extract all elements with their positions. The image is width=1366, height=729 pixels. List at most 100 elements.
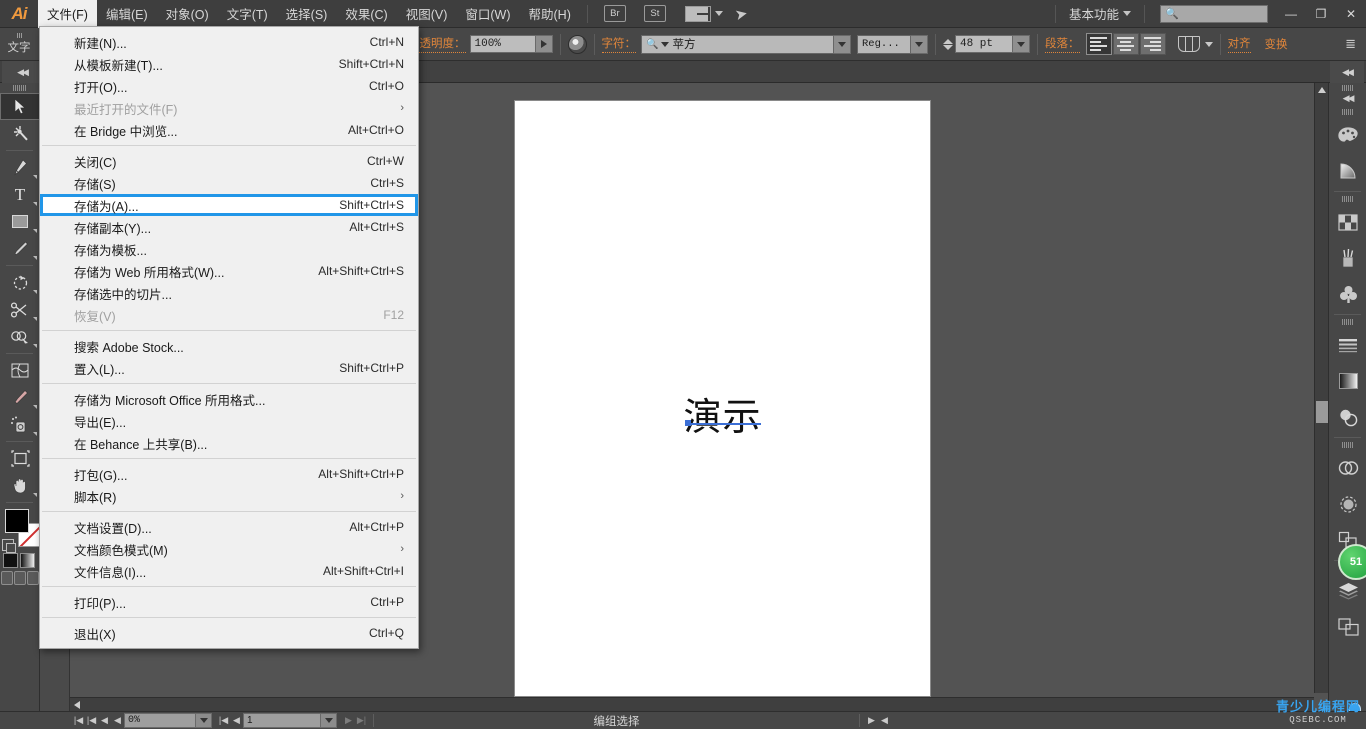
last-page-button[interactable]: ▶| — [355, 712, 368, 729]
status-scroll-left-button[interactable]: ◀ — [878, 712, 891, 729]
menu-item-save-as[interactable]: 存储为(A)... Shift+Ctrl+S — [40, 194, 418, 216]
transform-label[interactable]: 变换 — [1265, 36, 1288, 52]
vertical-scrollbar[interactable] — [1314, 83, 1328, 693]
transparency-panel-icon[interactable] — [1329, 399, 1366, 435]
color-guide-panel-icon[interactable] — [1329, 153, 1366, 189]
menu-item-print[interactable]: 打印(P)... Ctrl+P — [40, 591, 418, 613]
panel-group-grip-1[interactable] — [1329, 107, 1366, 117]
type-tool[interactable]: T — [0, 181, 40, 208]
font-size-dropdown-button[interactable] — [1013, 35, 1030, 53]
pen-tool[interactable] — [0, 154, 40, 181]
prev-artboard-button[interactable]: |◀ — [85, 712, 98, 729]
scroll-left-icon[interactable] — [74, 701, 80, 709]
fill-swatch[interactable] — [5, 509, 29, 533]
screen-mode-presentation-icon[interactable] — [27, 571, 39, 585]
menu-item-save-for-web[interactable]: 存储为 Web 所用格式(W)... Alt+Shift+Ctrl+S — [40, 260, 418, 282]
gradient-panel-icon[interactable] — [1329, 363, 1366, 399]
artboard-dropdown-button[interactable] — [321, 713, 337, 728]
menu-item-share-on-behance[interactable]: 在 Behance 上共享(B)... — [40, 432, 418, 454]
close-button[interactable]: ✕ — [1336, 1, 1366, 27]
next-page-button[interactable]: ▶ — [342, 712, 355, 729]
align-label[interactable]: 对齐 — [1227, 35, 1251, 53]
menu-edit[interactable]: 编辑(E) — [97, 0, 157, 28]
dock-collapse-icon[interactable]: ◀◀ — [1329, 93, 1366, 104]
magic-wand-tool[interactable] — [0, 120, 40, 147]
file-menu-dropdown[interactable]: 新建(N)... Ctrl+N 从模板新建(T)... Shift+Ctrl+N… — [39, 26, 419, 649]
hand-tool[interactable] — [0, 472, 40, 499]
menu-item-new[interactable]: 新建(N)... Ctrl+N — [40, 31, 418, 53]
envelope-distort-button[interactable] — [1177, 36, 1213, 52]
font-family-dropdown-button[interactable] — [834, 34, 851, 54]
mesh-tool[interactable] — [0, 357, 40, 384]
shape-builder-tool[interactable] — [0, 323, 40, 350]
align-right-button[interactable] — [1139, 33, 1166, 55]
opacity-input[interactable]: 100% — [469, 35, 536, 53]
collapse-right-icon[interactable]: ◀◀ — [1330, 61, 1364, 83]
zoom-dropdown-button[interactable] — [196, 713, 212, 728]
menu-item-document-color-mode[interactable]: 文档颜色模式(M) › — [40, 538, 418, 560]
bridge-icon[interactable]: Br — [603, 5, 626, 22]
recolor-artwork-icon[interactable] — [567, 34, 587, 54]
rectangle-tool[interactable] — [0, 208, 40, 235]
arrange-documents-button[interactable] — [679, 5, 723, 22]
opacity-flyout-button[interactable] — [535, 35, 553, 53]
gradient-mode-icon[interactable] — [20, 553, 35, 568]
menu-item-file-info[interactable]: 文件信息(I)... Alt+Shift+Ctrl+I — [40, 560, 418, 582]
menu-item-save-as-template[interactable]: 存储为模板... — [40, 238, 418, 260]
paintbrush-tool[interactable] — [0, 235, 40, 262]
menu-item-document-setup[interactable]: 文档设置(D)... Alt+Ctrl+P — [40, 516, 418, 538]
selection-tool[interactable] — [0, 93, 40, 120]
menu-select[interactable]: 选择(S) — [277, 0, 337, 28]
menu-item-close[interactable]: 关闭(C) Ctrl+W — [40, 150, 418, 172]
color-panel-icon[interactable] — [1329, 117, 1366, 153]
swap-fill-stroke-icon[interactable] — [2, 539, 16, 553]
screen-mode-normal-icon[interactable] — [1, 571, 13, 585]
menu-item-save-selected-slices[interactable]: 存储选中的切片... — [40, 282, 418, 304]
menu-item-place[interactable]: 置入(L)... Shift+Ctrl+P — [40, 357, 418, 379]
fill-mode-buttons[interactable] — [3, 553, 37, 568]
prev-page-button[interactable]: ◀ — [230, 712, 243, 729]
font-style-dropdown-button[interactable] — [911, 34, 928, 54]
zoom-input[interactable]: 0% — [124, 713, 196, 728]
menu-item-browse-in-bridge[interactable]: 在 Bridge 中浏览... Alt+Ctrl+O — [40, 119, 418, 141]
artboard[interactable]: 演示 — [515, 101, 930, 696]
artboard-text[interactable]: 演示 — [683, 386, 761, 441]
minimize-button[interactable]: — — [1276, 1, 1306, 27]
menu-item-export[interactable]: 导出(E)... — [40, 410, 418, 432]
symbols-panel-icon[interactable] — [1329, 276, 1366, 312]
menu-help[interactable]: 帮助(H) — [520, 0, 580, 28]
menu-item-save-for-microsoft-office[interactable]: 存储为 Microsoft Office 所用格式... — [40, 388, 418, 410]
panel-menu-icon[interactable]: ≣ — [1345, 36, 1356, 52]
menu-item-save-a-copy[interactable]: 存储副本(Y)... Alt+Ctrl+S — [40, 216, 418, 238]
first-page-button[interactable]: |◀ — [217, 712, 230, 729]
font-style-input[interactable]: Reg... — [857, 34, 911, 54]
menu-item-exit[interactable]: 退出(X) Ctrl+Q — [40, 622, 418, 644]
menu-item-open[interactable]: 打开(O)... Ctrl+O — [40, 75, 418, 97]
tools-panel-grip[interactable] — [0, 83, 39, 93]
panel-group-grip-2[interactable] — [1329, 194, 1366, 204]
zoom-step-button[interactable]: ◀ — [111, 712, 124, 729]
workspace-switcher[interactable]: 基本功能 — [1063, 4, 1137, 23]
horizontal-scrollbar[interactable] — [70, 697, 1314, 711]
menu-object[interactable]: 对象(O) — [157, 0, 218, 28]
menu-file[interactable]: 文件(F) — [38, 0, 97, 28]
zoom-out-button[interactable]: ◀ — [98, 712, 111, 729]
screen-mode-buttons[interactable] — [1, 571, 39, 586]
font-size-stepper[interactable] — [943, 38, 953, 50]
search-input[interactable]: 🔍 — [1160, 4, 1268, 23]
rocket-icon[interactable]: ➤ — [733, 3, 749, 23]
panel-dock-grip[interactable] — [1329, 83, 1366, 93]
panel-group-grip-3[interactable] — [1329, 317, 1366, 327]
menu-type[interactable]: 文字(T) — [218, 0, 277, 28]
rotate-tool[interactable] — [0, 269, 40, 296]
restore-button[interactable]: ❐ — [1306, 1, 1336, 27]
menu-effect[interactable]: 效果(C) — [336, 0, 396, 28]
menu-window[interactable]: 窗口(W) — [456, 0, 519, 28]
status-flyout-button[interactable]: ▶ — [865, 712, 878, 729]
collapse-left-icon[interactable]: ◀◀ — [2, 61, 42, 83]
artboards-panel-icon[interactable] — [1329, 609, 1366, 645]
first-artboard-button[interactable]: |◀ — [72, 712, 85, 729]
align-center-button[interactable] — [1112, 33, 1139, 55]
stock-icon[interactable]: St — [643, 5, 666, 22]
scroll-up-icon[interactable] — [1318, 87, 1326, 93]
